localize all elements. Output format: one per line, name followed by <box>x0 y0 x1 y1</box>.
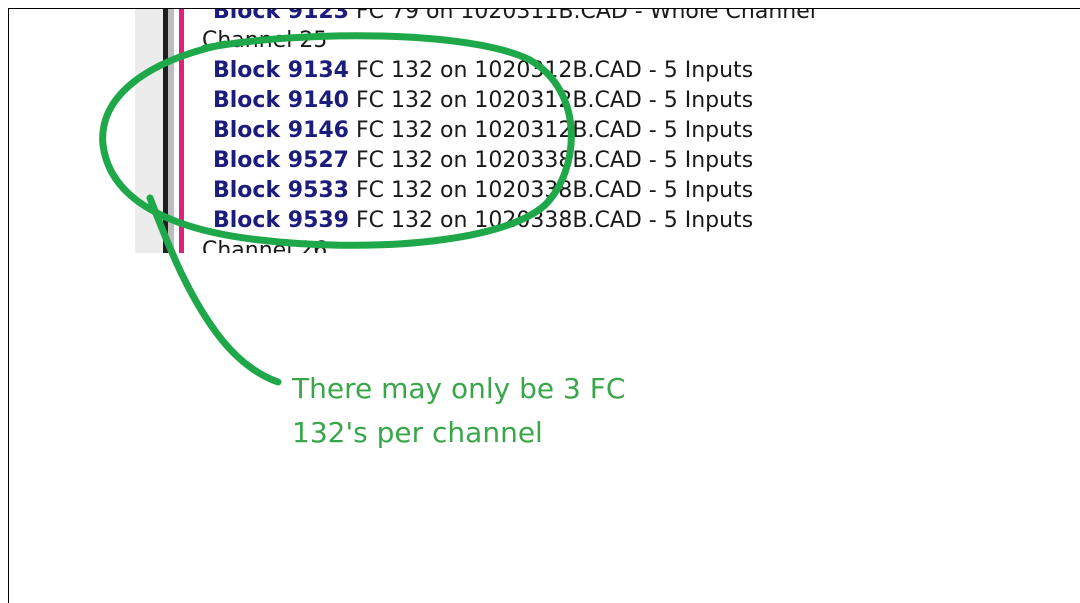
block-id: Block 9533 <box>213 178 349 203</box>
block-id: Block 9123 <box>213 9 349 24</box>
tree-rule-accent <box>179 9 184 253</box>
tree-row-block[interactable]: Block 9134 FC 132 on 1020312B.CAD - 5 In… <box>213 56 753 86</box>
tree-gutter <box>135 9 163 253</box>
block-id: Block 9134 <box>213 58 349 83</box>
block-detail: FC 132 on 1020312B.CAD - 5 Inputs <box>356 118 754 143</box>
tree-row-channel-26[interactable]: Channel 26 <box>202 236 327 253</box>
block-detail: FC 132 on 1020312B.CAD - 5 Inputs <box>356 88 754 113</box>
tree-row-block[interactable]: Block 9146 FC 132 on 1020312B.CAD - 5 In… <box>213 116 753 146</box>
block-detail: FC 132 on 1020338B.CAD - 5 Inputs <box>356 148 754 173</box>
block-id: Block 9146 <box>213 118 349 143</box>
tree-row-block[interactable]: Block 9140 FC 132 on 1020312B.CAD - 5 In… <box>213 86 753 116</box>
tree-row-block[interactable]: Block 9527 FC 132 on 1020338B.CAD - 5 In… <box>213 146 753 176</box>
callout-line-2: 132's per channel <box>292 416 543 449</box>
callout-line-1: There may only be 3 FC <box>292 372 626 405</box>
block-detail: FC 79 on 1020311B.CAD - Whole Channel <box>356 9 816 24</box>
tree-row-channel-25[interactable]: Channel 25 <box>202 26 327 56</box>
frame-left-border <box>8 8 9 603</box>
tree-row-block[interactable]: Block 9539 FC 132 on 1020338B.CAD - 5 In… <box>213 206 753 236</box>
tree-rule-grey <box>168 9 174 253</box>
function-block-tree: Block 9123 FC 79 on 1020311B.CAD - Whole… <box>135 9 875 253</box>
tree-row-block[interactable]: Block 9533 FC 132 on 1020338B.CAD - 5 In… <box>213 176 753 206</box>
block-id: Block 9539 <box>213 208 349 233</box>
block-detail: FC 132 on 1020312B.CAD - 5 Inputs <box>356 58 754 83</box>
annotation-callout: There may only be 3 FC 132's per channel <box>292 367 692 455</box>
block-detail: FC 132 on 1020338B.CAD - 5 Inputs <box>356 208 754 233</box>
block-detail: FC 132 on 1020338B.CAD - 5 Inputs <box>356 178 754 203</box>
tree-row-block-partial[interactable]: Block 9123 FC 79 on 1020311B.CAD - Whole… <box>213 9 816 27</box>
block-id: Block 9140 <box>213 88 349 113</box>
block-id: Block 9527 <box>213 148 349 173</box>
